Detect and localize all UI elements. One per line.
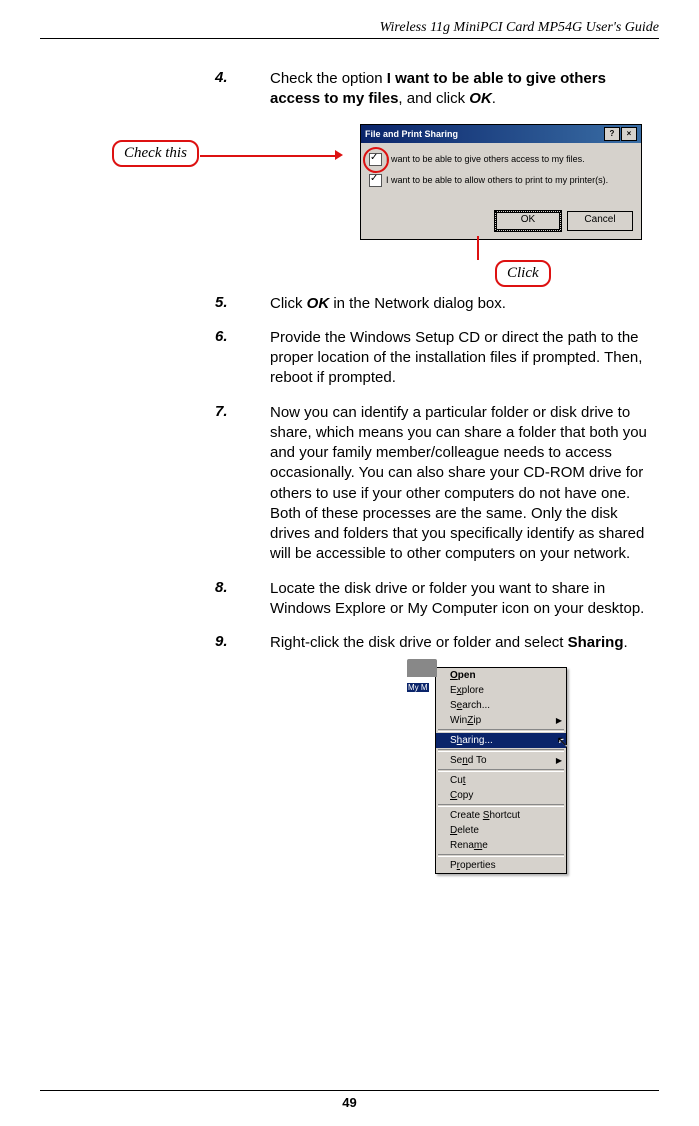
menu-item-open[interactable]: OOpenpen [436, 668, 566, 683]
menu-item-copy[interactable]: Copy [436, 788, 566, 803]
callout-arrow-check [335, 150, 343, 160]
menu-separator [438, 804, 564, 807]
step-4-suffix: . [492, 90, 496, 107]
menu-separator [438, 749, 564, 752]
menu-item-delete[interactable]: Delete [436, 823, 566, 838]
step-4-text: Check the option I want to be able to gi… [270, 69, 659, 110]
callout-click: Click [495, 260, 551, 287]
checkbox-allow-print[interactable] [369, 174, 382, 187]
ok-button[interactable]: OK [495, 211, 561, 231]
cursor-icon: ↖ [556, 733, 568, 750]
step-6-text: Provide the Windows Setup CD or direct t… [270, 328, 659, 389]
dialog-close-button[interactable]: × [621, 127, 637, 141]
step-7-number: 7. [215, 403, 270, 565]
header-title: Wireless 11g MiniPCI Card MP54G User's G… [40, 20, 659, 39]
checkbox-allow-print-label: I want to be able to allow others to pri… [386, 175, 608, 185]
callout-line-check [200, 155, 335, 157]
step-9-bold: Sharing [568, 634, 624, 651]
folder-label: My M [407, 683, 429, 692]
step-5-text: Click OK in the Network dialog box. [270, 294, 659, 314]
dialog-titlebar: File and Print Sharing ? × [361, 125, 641, 143]
context-menu: OOpenpen Explore Search... WinZip▶ Shari… [435, 667, 567, 874]
checkbox-give-access[interactable] [369, 153, 382, 166]
menu-item-sharing[interactable]: Sharing... ↖ [436, 733, 566, 748]
menu-item-properties[interactable]: Properties [436, 858, 566, 873]
step-8-number: 8. [215, 579, 270, 620]
menu-separator [438, 729, 564, 732]
step-5-prefix: Click [270, 295, 307, 312]
step-6-number: 6. [215, 328, 270, 389]
menu-separator [438, 769, 564, 772]
dialog-title: File and Print Sharing [365, 129, 458, 139]
page-number: 49 [0, 1090, 699, 1110]
menu-item-rename[interactable]: Rename [436, 838, 566, 853]
submenu-arrow-icon: ▶ [556, 716, 562, 725]
callout-line-click [477, 236, 479, 260]
dialog-help-button[interactable]: ? [604, 127, 620, 141]
step-4-mid: , and click [398, 90, 469, 107]
step-5-bold: OK [307, 295, 330, 312]
checkbox-give-access-label: I want to be able to give others access … [386, 154, 585, 164]
file-print-sharing-dialog: File and Print Sharing ? × I want to be … [360, 124, 642, 240]
step-9-number: 9. [215, 633, 270, 653]
step-8-text: Locate the disk drive or folder you want… [270, 579, 659, 620]
submenu-arrow-icon: ▶ [556, 756, 562, 765]
step-5-number: 5. [215, 294, 270, 314]
step-7-text: Now you can identify a particular folder… [270, 403, 659, 565]
menu-item-explore[interactable]: Explore [436, 683, 566, 698]
menu-item-create-shortcut[interactable]: Create Shortcut [436, 808, 566, 823]
step-4-number: 4. [215, 69, 270, 110]
cancel-button[interactable]: Cancel [567, 211, 633, 231]
menu-item-search[interactable]: Search... [436, 698, 566, 713]
step-9-suffix: . [623, 634, 627, 651]
folder-icon: My M [407, 659, 437, 685]
menu-item-cut[interactable]: Cut [436, 773, 566, 788]
step-4-bold2: OK [469, 90, 492, 107]
step-9-text: Right-click the disk drive or folder and… [270, 633, 659, 653]
callout-check-this: Check this [112, 140, 199, 167]
step-4-prefix: Check the option [270, 70, 387, 87]
menu-item-winzip[interactable]: WinZip▶ [436, 713, 566, 728]
step-9-prefix: Right-click the disk drive or folder and… [270, 634, 568, 651]
menu-item-sendto[interactable]: Send To▶ [436, 753, 566, 768]
menu-separator [438, 854, 564, 857]
step-5-suffix: in the Network dialog box. [329, 295, 506, 312]
